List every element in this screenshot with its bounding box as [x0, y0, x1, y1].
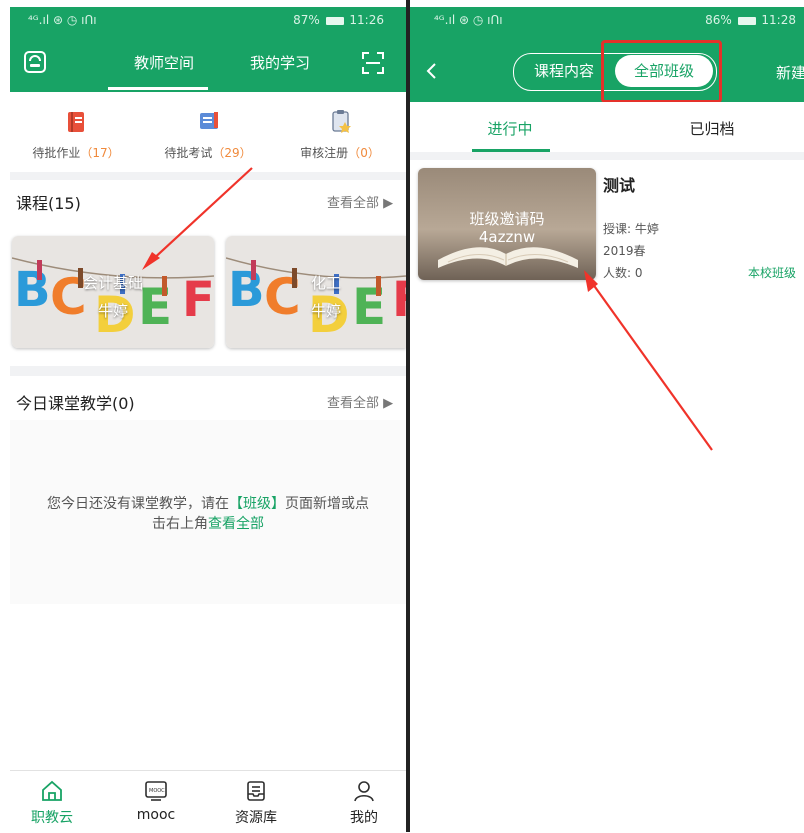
annotation-arrow-left — [142, 167, 253, 270]
annotation-arrows — [142, 167, 713, 451]
annotation-arrow-right — [584, 270, 713, 451]
